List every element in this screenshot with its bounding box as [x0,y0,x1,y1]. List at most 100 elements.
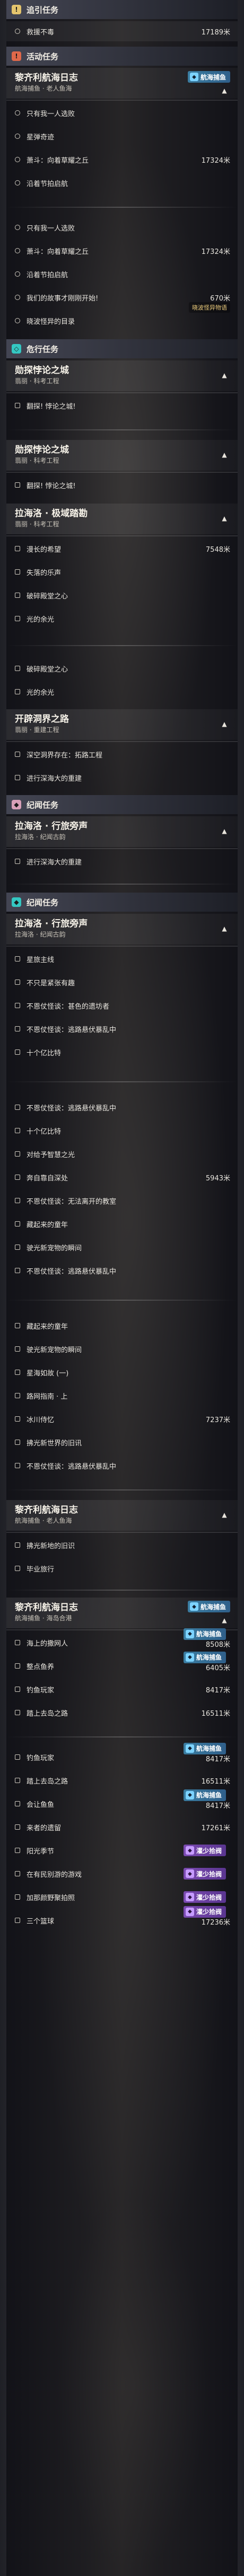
quest-step-row[interactable]: 深空洞界存在：拓路工程 [6,744,238,764]
quest-step-row[interactable]: 光的余光 [6,682,238,702]
quest-step-row[interactable]: 在有民别游的游戏 ◆ 灌少拾阀 [6,1864,238,1884]
category-story[interactable]: ◆ 纪闻任务 [6,795,238,814]
step-label: 来者的遗留 [27,1824,62,1832]
quest-step-row[interactable]: 不恩仗怪谈：无法离开的教室 [6,1190,238,1211]
quest-step-row[interactable]: 冰川侍忆 7237米 [6,1409,238,1429]
quest-header-rebuild[interactable]: 开辟洞界之路 翡丽 · 重建工程 ▲ [6,709,238,740]
quest-step-row[interactable]: 驶光新宠物的瞬间 [6,1237,238,1257]
step-label: 路网指南 · 上 [27,1392,68,1401]
quest-step-row[interactable]: 不恩仗怪谈：逃路悬伏暴乱中 [6,1019,238,1039]
quest-subtitle: 拉海洛 · 纪闻古韵 [15,833,66,841]
quest-step-row[interactable]: 萧斗：向着草耀之丘 17324米 [6,241,238,261]
quest-step-row[interactable]: 不恩仗怪谈：甚色的遗坊者 [6,995,238,1016]
quest-header-journey[interactable]: 拉海洛 · 行旅旁声 拉海洛 · 纪闻古韵 ▲ [6,816,238,847]
quest-step-row[interactable]: 拂光新世界的旧讯 [6,1432,238,1452]
quest-step-row[interactable]: 晓波怪异的目录 [6,311,238,331]
badge-label: 灌少拾阀 [196,1893,222,1901]
quest-step-row[interactable]: 驶光新宠物的瞬间 [6,1339,238,1359]
quest-step-row[interactable]: 来者的遗留 17261米 [6,1817,238,1837]
quest-step-row[interactable]: 十个亿比特 [6,1121,238,1141]
step-label: 星弹奇迹 [27,133,55,142]
quest-step-row[interactable]: 进行深海大的重建 [6,767,238,788]
category-danger[interactable]: ◇ 危行任务 [6,339,238,358]
step-status-icon [15,1566,20,1571]
quest-header-paradox-2[interactable]: 勋探悖论之城 翡丽 · 科考工程 ▲ [6,440,238,471]
step-label: 我们的故事才刚刚开始! [27,294,99,303]
collapse-chevron-icon[interactable]: ▲ [219,449,230,461]
step-status-icon [15,1416,20,1422]
distance-label: 6405米 [205,1664,230,1672]
category-icon: ! [12,51,21,61]
step-status-icon [15,593,20,598]
event-icon: ◆ [185,1893,194,1901]
quest-step-row[interactable]: 阳光季节 ◆ 灌少拾阀 [6,1840,238,1860]
quest-step-row[interactable]: 不只是紧张有趣 [6,972,238,992]
quest-step-row[interactable]: 踏上去岛之路 16511米 [6,1702,238,1723]
quest-step-row[interactable]: 不恩仗怪谈：逃路悬伏暴乱中 [6,1097,238,1117]
category-event[interactable]: ! 活动任务 [6,47,238,66]
quest-step-row[interactable]: 海上的撒网人 ◆ 航海捕鱼 8508米 [6,1628,238,1653]
quest-step-row[interactable]: 光的余光 [6,608,238,629]
quest-step-row[interactable]: 路网指南 · 上 [6,1386,238,1406]
quest-step-row[interactable]: 加那颜野聚拍照 ◆ 灌少拾阀 [6,1887,238,1907]
quest-header-paradox[interactable]: 勋探悖论之城 翡丽 · 科考工程 ▲ [6,360,238,391]
badge-label: 航海捕鱼 [200,73,226,81]
quest-header-journey-2[interactable]: 拉海洛 · 行旅旁声 拉海洛 · 纪闻古韵 ▲ [6,914,238,945]
quest-step-row[interactable]: 萧斗：向着草耀之丘 17324米 [6,149,238,170]
quest-step-row[interactable]: 钓鱼玩家 8417米 [6,1679,238,1699]
collapse-chevron-icon[interactable]: ▲ [219,1509,230,1521]
quest-step-row[interactable]: 藏起来的童年 [6,1214,238,1234]
category-guide[interactable]: ! 追引任务 [6,0,238,19]
row-right: ◆ 灌少拾阀 [183,1868,230,1880]
quest-step-row[interactable]: 沿着节拍启航 [6,264,238,284]
quest-subtitle: 航海捕鱼 · 老人鱼海 [15,1517,72,1524]
quest-step-row[interactable]: 不恩仗怪谈：逃路悬伏暴乱中 [6,1260,238,1281]
step-status-icon [15,1687,20,1692]
quest-step-row[interactable]: 救援不毒 17189米 [6,21,238,41]
quest-list-panel[interactable]: ! 追引任务救援不毒 17189米 ! 活动任务黎齐利航海日志 航海捕鱼 · 老人鱼海 ▲ ◆… [6,0,238,2576]
quest-step-row[interactable]: 踏上去岛之路 16511米 [6,1770,238,1790]
quest-step-row[interactable]: 星旅主线 [6,949,238,969]
quest-step-row[interactable]: 三个篮球 ◆ 灌少拾阀 17236米 [6,1905,238,1930]
step-status-icon [15,1894,20,1900]
quest-step-row[interactable]: 不恩仗怪谈：逃路悬伏暴乱中 [6,1455,238,1476]
quest-step-row[interactable]: 进行深海大的重建 [6,851,238,871]
step-status-icon [15,569,20,575]
quest-header-log[interactable]: 黎齐利航海日志 航海捕鱼 · 老人鱼海 ▲ [6,1500,238,1531]
quest-step-row[interactable]: 对给予智慧之光 [6,1144,238,1164]
collapse-chevron-icon[interactable]: ▲ [219,1615,230,1626]
collapse-chevron-icon[interactable]: ▲ [219,718,230,730]
quest-step-row[interactable]: 会让鱼鱼 ◆ 航海捕鱼 8417米 [6,1789,238,1814]
collapse-chevron-icon[interactable]: ▲ [219,369,230,381]
quest-header-polar[interactable]: 拉海洛 · 极域踏勘 翡丽 · 科考工程 ▲ [6,504,238,534]
quest-step-row[interactable]: 只有我一人选败 [6,103,238,123]
quest-step-row[interactable]: 翻探! 悖论之城! [6,395,238,416]
step-status-icon [15,1871,20,1876]
quest-step-row[interactable]: 整点鱼养 ◆ 航海捕鱼 6405米 [6,1651,238,1676]
step-label: 不恩仗怪谈：逃路悬伏暴乱中 [27,1104,117,1113]
quest-step-row[interactable]: 星弹奇迹 [6,126,238,146]
quest-step-row[interactable]: 奔自靠自深处 5943米 [6,1167,238,1187]
quest-step-row[interactable]: 拂光新地的旧识 [6,1535,238,1555]
quest-step-row[interactable]: 十个亿比特 [6,1042,238,1062]
quest-header-log-2[interactable]: 黎齐利航海日志 航海捕鱼 · 海岛合港 ▲ ◆ 航海捕鱼 [6,1598,238,1628]
quest-step-row[interactable]: 毕业旅行 [6,1558,238,1578]
quest-step-row[interactable]: 漫长的希望 7548米 [6,539,238,559]
category-story-2[interactable]: ◆ 纪闻任务 [6,893,238,912]
quest-step-row[interactable]: 失落的乐声 [6,562,238,582]
quest-step-row[interactable]: 只有我一人选败 [6,217,238,237]
quest-header-event[interactable]: 黎齐利航海日志 航海捕鱼 · 老人鱼海 ▲ ◆ 航海捕鱼 [6,68,238,99]
step-label: 星旅主线 [27,956,55,964]
quest-step-row[interactable]: 星海如故 (一) [6,1362,238,1382]
quest-step-row[interactable]: 沿着节拍启航 [6,173,238,193]
quest-step-row[interactable]: 破碎殿堂之心 [6,585,238,605]
collapse-chevron-icon[interactable]: ▲ [219,923,230,934]
quest-step-row[interactable]: 钓鱼玩家 ◆ 航海捕鱼 8417米 [6,1742,238,1767]
step-status-icon [15,29,20,34]
quest-step-row[interactable]: 藏起来的童年 [6,1316,238,1336]
quest-step-row[interactable]: 翻探! 悖论之城! [6,475,238,495]
quest-step-row[interactable]: 破碎殿堂之心 [6,658,238,678]
collapse-chevron-icon[interactable]: ▲ [219,825,230,837]
collapse-chevron-icon[interactable]: ▲ [219,513,230,524]
collapse-chevron-icon[interactable]: ▲ [219,85,230,96]
